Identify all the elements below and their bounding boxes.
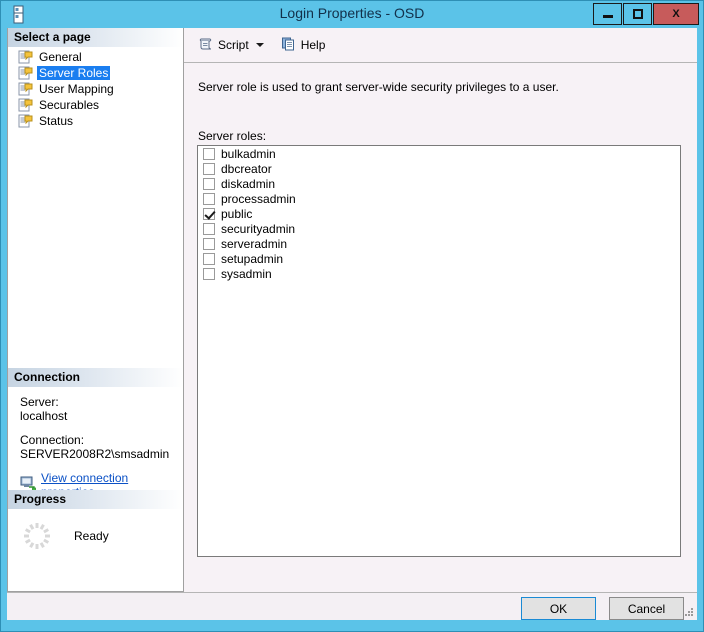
sidebar-item-label: Securables	[39, 98, 100, 112]
resize-grip[interactable]	[682, 606, 694, 618]
progress-header: Progress	[8, 490, 183, 509]
connection-header: Connection	[8, 368, 183, 387]
script-button[interactable]: Script	[194, 34, 253, 56]
script-scroll-icon	[198, 36, 214, 55]
list-item[interactable]: diskadmin	[198, 176, 680, 191]
page-icon	[18, 49, 34, 65]
role-checkbox[interactable]	[203, 147, 215, 160]
server-roles-label: Server roles:	[198, 129, 267, 143]
list-item[interactable]: dbcreator	[198, 161, 680, 176]
server-label: Server:	[20, 395, 59, 409]
connection-value: SERVER2008R2\smsadmin	[20, 447, 170, 461]
maximize-icon	[624, 4, 651, 24]
title-bar: Login Properties - OSD X	[1, 1, 703, 28]
close-button[interactable]: X	[653, 3, 699, 25]
role-label: diskadmin	[221, 176, 276, 191]
list-item[interactable]: setupadmin	[198, 251, 680, 266]
maximize-button[interactable]	[623, 3, 652, 25]
help-button[interactable]: Help	[277, 34, 330, 56]
sidebar-item-label: Status	[39, 114, 74, 128]
sidebar-item-server-roles[interactable]: Server Roles	[12, 65, 183, 81]
minimize-button[interactable]	[593, 3, 622, 25]
role-checkbox[interactable]	[203, 192, 215, 205]
minimize-icon	[594, 4, 621, 24]
role-checkbox[interactable]	[203, 207, 215, 220]
script-label: Script	[218, 38, 249, 52]
connection-label: Connection:	[20, 433, 85, 447]
role-label: sysadmin	[221, 266, 272, 281]
script-dropdown-button[interactable]	[253, 43, 267, 47]
connection-body: Server: localhost Connection: SERVER2008…	[8, 387, 183, 503]
page-icon	[18, 81, 34, 97]
role-checkbox[interactable]	[203, 177, 215, 190]
toolbar: Script Help	[184, 28, 697, 63]
role-checkbox[interactable]	[203, 237, 215, 250]
select-a-page-header: Select a page	[8, 28, 183, 47]
list-item[interactable]: public	[198, 206, 680, 221]
role-label: setupadmin	[221, 251, 284, 266]
role-label: public	[221, 206, 253, 221]
server-roles-listbox[interactable]: bulkadmin dbcreator diskadmin processadm…	[197, 145, 681, 557]
main-pane: Script Help Server role is used to grant…	[184, 28, 697, 592]
page-icon	[18, 97, 34, 113]
list-item[interactable]: securityadmin	[198, 221, 680, 236]
progress-section: Progress Ready	[8, 490, 183, 551]
sidebar-item-label: Server Roles	[37, 66, 111, 80]
role-label: serveradmin	[221, 236, 288, 251]
sidebar-item-general[interactable]: General	[12, 49, 183, 65]
sidebar-item-status[interactable]: Status	[12, 113, 183, 129]
login-properties-window: Login Properties - OSD X Select a page G…	[0, 0, 704, 632]
help-label: Help	[300, 38, 326, 52]
progress-body: Ready	[8, 509, 183, 551]
close-icon: X	[672, 8, 680, 20]
page-icon	[18, 113, 34, 129]
pane-description: Server role is used to grant server-wide…	[198, 80, 559, 94]
cancel-button[interactable]: Cancel	[609, 597, 684, 620]
role-checkbox[interactable]	[203, 252, 215, 265]
server-value: localhost	[20, 409, 68, 423]
list-item[interactable]: bulkadmin	[198, 146, 680, 161]
sidebar-item-user-mapping[interactable]: User Mapping	[12, 81, 183, 97]
page-list: General Server Roles User Mapping Secura…	[8, 47, 183, 129]
role-label: processadmin	[221, 191, 296, 206]
sidebar-item-label: General	[39, 50, 82, 64]
role-checkbox[interactable]	[203, 267, 215, 280]
role-label: bulkadmin	[221, 146, 276, 161]
sidebar-item-securables[interactable]: Securables	[12, 97, 183, 113]
spinner-icon	[22, 521, 52, 551]
list-item[interactable]: serveradmin	[198, 236, 680, 251]
connection-section: Connection Server: localhost Connection:…	[8, 368, 183, 503]
help-document-icon	[281, 36, 297, 55]
list-item[interactable]: sysadmin	[198, 266, 680, 281]
sidebar: Select a page General Server Roles User …	[7, 28, 184, 592]
sidebar-item-label: User Mapping	[39, 82, 114, 96]
list-item[interactable]: processadmin	[198, 191, 680, 206]
role-checkbox[interactable]	[203, 162, 215, 175]
page-icon	[18, 65, 34, 81]
role-label: dbcreator	[221, 161, 272, 176]
role-label: securityadmin	[221, 221, 296, 236]
progress-status: Ready	[74, 529, 109, 543]
role-checkbox[interactable]	[203, 222, 215, 235]
ok-button[interactable]: OK	[521, 597, 596, 620]
dialog-footer: OK Cancel	[7, 592, 697, 620]
chevron-down-icon	[255, 43, 264, 47]
window-controls: X	[592, 3, 699, 25]
